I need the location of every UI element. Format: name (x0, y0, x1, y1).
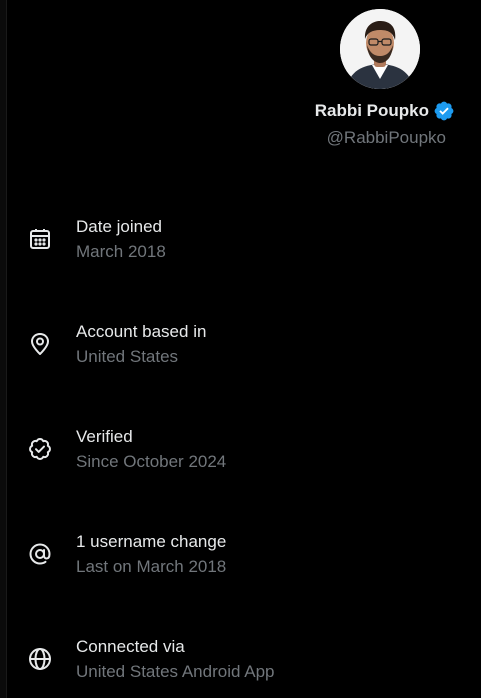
info-item-username-change: 1 username change Last on March 2018 (0, 531, 481, 587)
display-name[interactable]: Rabbi Poupko (315, 100, 429, 122)
handle[interactable]: @RabbiPoupko (327, 127, 446, 149)
verified-badge-icon[interactable] (433, 100, 455, 122)
avatar-image (340, 9, 420, 89)
info-item-account-based-in: Account based in United States (0, 321, 481, 377)
info-item-verified: Verified Since October 2024 (0, 426, 481, 482)
info-item-connected-via: Connected via United States Android App (0, 636, 481, 692)
info-value: United States Android App (76, 662, 275, 681)
location-pin-icon (27, 331, 53, 357)
info-item-date-joined: Date joined March 2018 (0, 216, 481, 272)
calendar-icon (27, 226, 53, 252)
info-value: March 2018 (76, 242, 166, 261)
info-value: Last on March 2018 (76, 557, 227, 576)
profile-header: Rabbi Poupko @RabbiPoupko (0, 0, 481, 160)
name-row: Rabbi Poupko (315, 100, 455, 122)
info-label: Connected via (76, 637, 185, 656)
info-label: Date joined (76, 217, 163, 236)
info-value: United States (76, 347, 179, 366)
globe-icon (27, 646, 53, 672)
avatar[interactable] (340, 9, 420, 89)
verified-check-icon (27, 436, 53, 462)
info-label: Account based in (76, 322, 207, 341)
info-label: 1 username change (76, 532, 227, 551)
at-sign-icon (27, 541, 53, 567)
info-label: Verified (76, 427, 133, 446)
info-value: Since October 2024 (76, 452, 227, 471)
